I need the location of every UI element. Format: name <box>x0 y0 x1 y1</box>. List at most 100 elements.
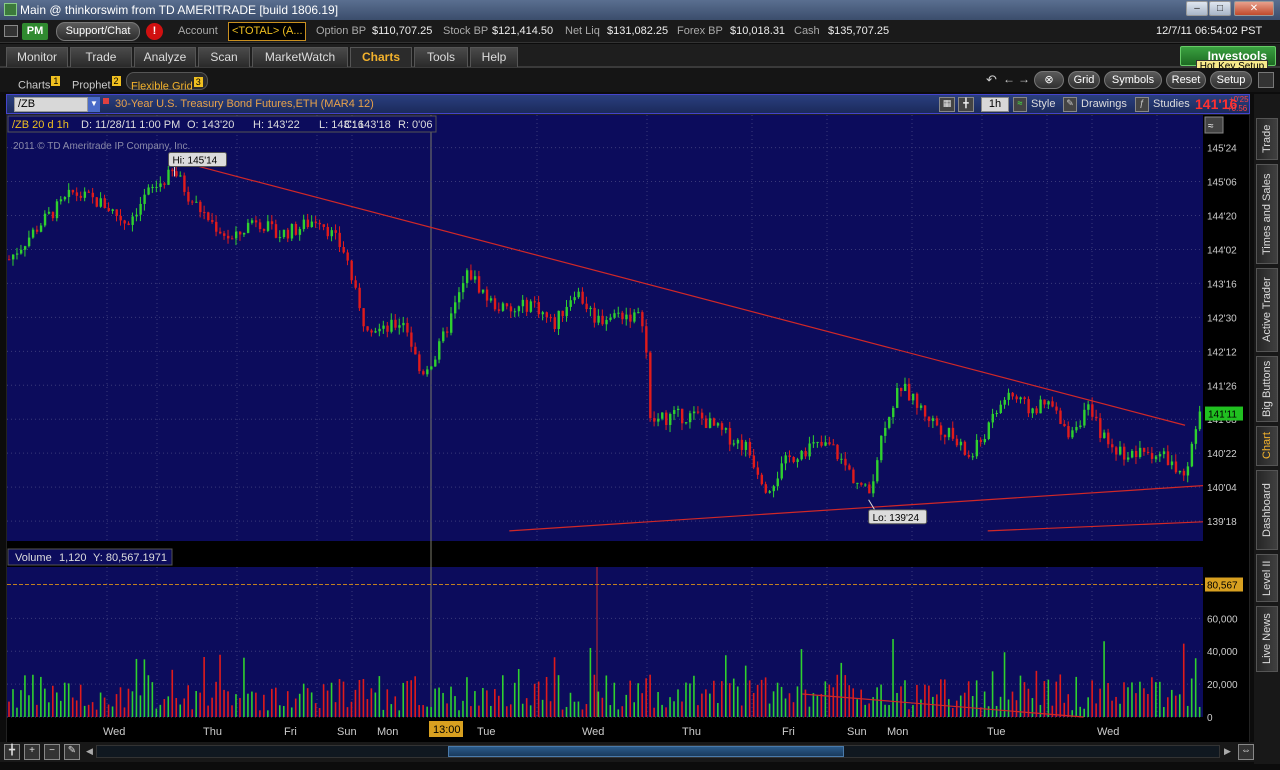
subtab-charts[interactable]: Charts 1 <box>14 72 64 92</box>
candle-body <box>720 423 724 430</box>
price-chart[interactable]: 145'24 145'06 144'20 144'02 143'16 142'30 142'… <box>7 115 1251 745</box>
tab-marketwatch[interactable]: MarketWatch <box>252 47 348 67</box>
candle-body <box>740 439 744 450</box>
volume-bar <box>486 690 488 717</box>
undo-icon[interactable]: ↶ <box>986 72 997 88</box>
studies-button[interactable]: Studies <box>1153 98 1190 110</box>
scroll-left-icon[interactable]: ◀ <box>86 746 93 757</box>
volume-bar <box>1182 643 1185 717</box>
volume-bar <box>812 693 815 717</box>
mode-badge[interactable]: PM <box>22 23 48 40</box>
candle-body <box>617 312 620 314</box>
style-icon[interactable]: ≈ <box>1013 97 1027 112</box>
volume-bar <box>681 701 683 717</box>
zoom-in-icon[interactable]: + <box>24 744 40 760</box>
tab-scan[interactable]: Scan <box>198 47 250 67</box>
side-tab-live-news[interactable]: Live News <box>1256 606 1278 672</box>
subtab-flexible-grid[interactable]: Flexible Grid 3 <box>126 72 208 93</box>
tab-charts[interactable]: Charts <box>350 47 412 67</box>
scroll-thumb[interactable] <box>448 746 844 757</box>
candle-body <box>816 441 819 443</box>
volume-bar <box>888 705 890 717</box>
grid-button[interactable]: Grid <box>1068 71 1100 89</box>
scroll-right-icon[interactable]: ▶ <box>1224 746 1231 757</box>
drawings-icon[interactable]: ✎ <box>1063 97 1077 112</box>
drawings-button[interactable]: Drawings <box>1081 98 1127 110</box>
volume-value: 1,120 <box>59 552 87 564</box>
candle-body <box>1119 446 1122 455</box>
candle-body <box>852 469 855 484</box>
alert-icon[interactable]: ! <box>146 23 163 40</box>
candle-body <box>1063 423 1066 427</box>
volume-bar <box>649 674 651 717</box>
expansion-icon[interactable]: ⇔ <box>1238 744 1254 760</box>
candle-body <box>354 280 357 288</box>
reset-button[interactable]: Reset <box>1166 71 1206 89</box>
side-tab-trade[interactable]: Trade <box>1256 118 1278 160</box>
volume-bar <box>609 705 612 717</box>
side-tab-times-and-sales[interactable]: Times and Sales <box>1256 164 1278 264</box>
candle-body <box>553 317 556 330</box>
tab-monitor[interactable]: Monitor <box>6 47 68 67</box>
support-chat-button[interactable]: Support/Chat <box>56 22 140 41</box>
style-button[interactable]: Style <box>1031 98 1055 110</box>
tab-analyze[interactable]: Analyze <box>134 47 196 67</box>
candle-body <box>605 319 608 325</box>
symbols-button[interactable]: Symbols <box>1104 71 1162 89</box>
candle-body <box>732 443 736 445</box>
chart-frame[interactable]: 145'24 145'06 144'20 144'02 143'16 142'30 142'… <box>6 114 1250 744</box>
tab-tools[interactable]: Tools <box>414 47 468 67</box>
studies-icon[interactable]: ƒ <box>1135 97 1149 112</box>
high-label: Hi: 145'14 <box>173 155 218 166</box>
volume-bar <box>713 680 715 717</box>
close-icon[interactable]: ✕ <box>1234 1 1274 16</box>
volume-bar <box>326 690 329 717</box>
link-icon[interactable]: ⊗ <box>1034 71 1064 89</box>
volume-bar <box>565 706 568 717</box>
tab-trade[interactable]: Trade <box>70 47 132 67</box>
expand-icon[interactable] <box>4 25 18 37</box>
side-tab-dashboard[interactable]: Dashboard <box>1256 470 1278 550</box>
side-tab-level-ii[interactable]: Level II <box>1256 554 1278 602</box>
account-select[interactable]: <TOTAL> (A... <box>228 22 306 41</box>
maximize-icon[interactable]: □ <box>1209 1 1231 16</box>
candle-body <box>159 183 162 187</box>
subtab-prophet[interactable]: Prophet 2 <box>68 72 125 92</box>
chart-info-high: H: 143'22 <box>253 119 300 131</box>
side-tab-chart[interactable]: Chart <box>1256 426 1278 466</box>
side-tab-active-trader[interactable]: Active Trader <box>1256 268 1278 352</box>
volume-bar <box>796 686 799 717</box>
timeframe-select[interactable]: 1h <box>981 97 1009 112</box>
forward-icon[interactable]: → <box>1018 72 1030 86</box>
back-icon[interactable]: ← <box>1003 72 1015 86</box>
window-options-icon[interactable] <box>1258 72 1274 88</box>
volume-bar <box>951 708 954 717</box>
candle-body <box>533 301 537 303</box>
symbol-input[interactable]: /ZB <box>14 97 88 112</box>
volume-bar <box>410 680 412 717</box>
datetime: 12/7/11 06:54:02 PST <box>1156 25 1263 37</box>
candle-body <box>1079 425 1082 428</box>
zoom-out-icon[interactable]: − <box>44 744 60 760</box>
drawing-toolbox-icon[interactable]: ╋ <box>4 744 20 760</box>
volume-bar <box>358 679 361 717</box>
x-label: Tue <box>987 726 1006 738</box>
candle-body <box>1015 396 1018 400</box>
zoom-icon[interactable]: ▦ <box>939 97 955 112</box>
side-tab-big-buttons[interactable]: Big Buttons <box>1256 356 1278 422</box>
symbol-dropdown-icon[interactable]: ▼ <box>88 97 100 112</box>
volume-bar <box>955 700 958 717</box>
candle-body <box>497 309 501 311</box>
pencil-icon[interactable]: ✎ <box>64 744 80 760</box>
link-color-icon[interactable] <box>103 98 109 104</box>
candle-body <box>123 220 126 224</box>
candle-body <box>907 383 911 401</box>
tab-help[interactable]: Help <box>470 47 518 67</box>
volume-bar <box>868 703 870 717</box>
candle-body <box>8 259 11 261</box>
minimize-icon[interactable]: – <box>1186 1 1208 16</box>
x-label: 13:00 <box>433 724 461 736</box>
setup-button[interactable]: Setup <box>1210 71 1252 89</box>
volume-bar <box>1123 682 1125 717</box>
crosshair-icon[interactable]: ╋ <box>958 97 974 112</box>
